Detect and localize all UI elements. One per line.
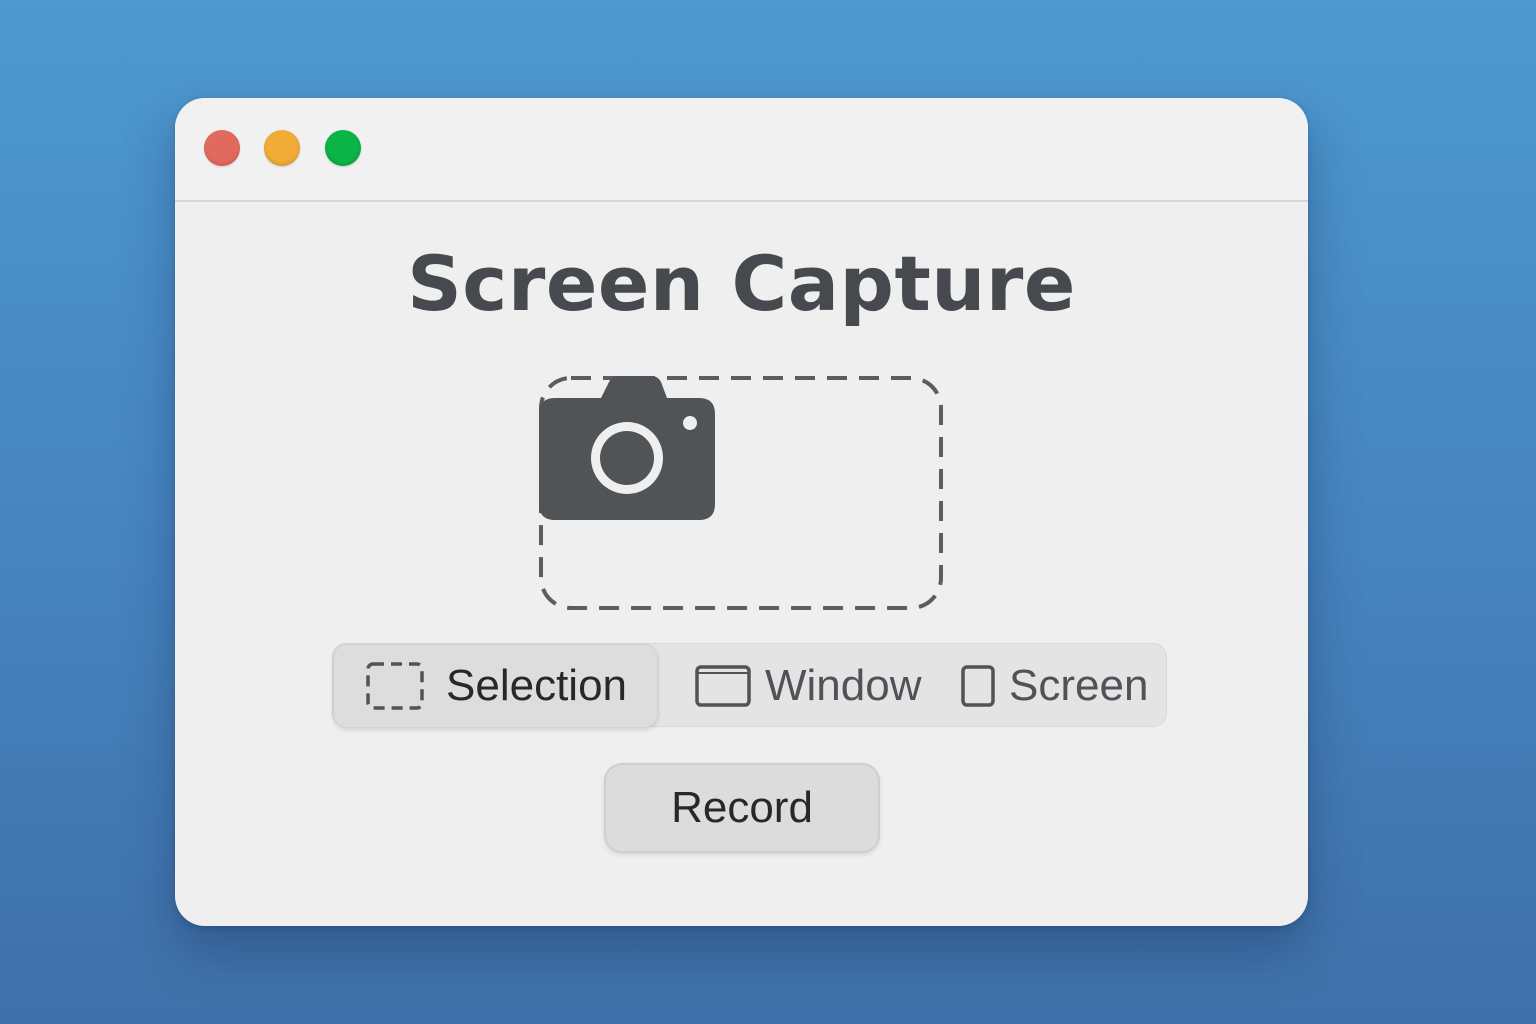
title-bar (175, 98, 1308, 202)
screen-capture-window: Screen Capture Selection Window Screen R… (175, 98, 1308, 926)
screen-icon (961, 665, 995, 707)
mode-screen-label: Screen (1009, 661, 1149, 710)
mode-selection-button[interactable]: Selection (333, 644, 658, 728)
close-button[interactable] (204, 130, 240, 166)
page-title: Screen Capture (407, 239, 1076, 328)
capture-drop-zone[interactable] (539, 376, 943, 610)
mode-selection-label: Selection (446, 661, 628, 710)
window-icon (695, 665, 751, 707)
minimize-button[interactable] (264, 130, 300, 166)
mode-screen-button[interactable]: Screen (961, 644, 1161, 728)
mode-window-button[interactable]: Window (695, 644, 935, 728)
dashed-rectangle-icon (366, 662, 424, 710)
record-button[interactable]: Record (604, 763, 880, 853)
camera-icon (539, 376, 715, 520)
mode-window-label: Window (765, 661, 922, 710)
capture-mode-selector: Selection Window Screen (332, 643, 1167, 728)
zoom-button[interactable] (325, 130, 361, 166)
